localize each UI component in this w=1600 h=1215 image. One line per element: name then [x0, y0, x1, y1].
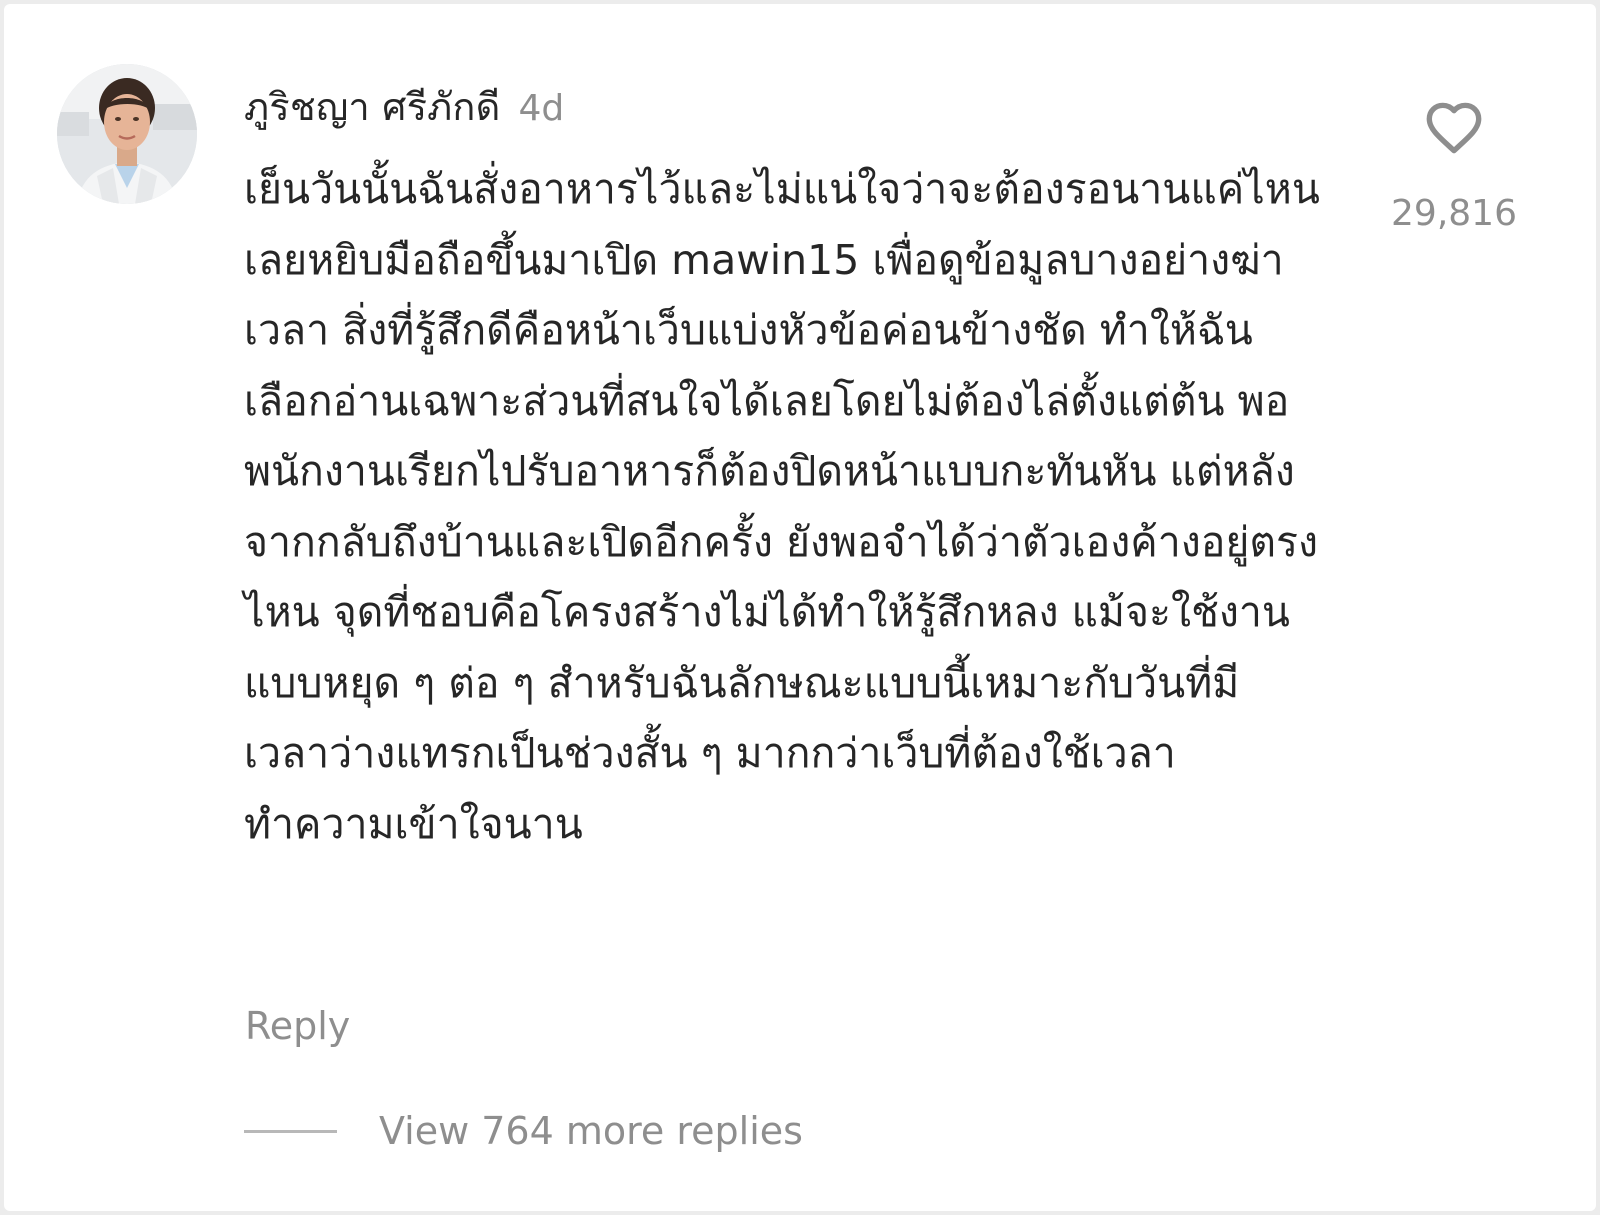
- like-section: 29,816: [1384, 99, 1524, 234]
- reply-button[interactable]: Reply: [245, 1004, 350, 1048]
- heart-outline-icon[interactable]: [1423, 99, 1485, 155]
- avatar-photo: [57, 64, 197, 204]
- comment-card: ภูริชญา ศรีภักดี 4d เย็นวันนั้นฉันสั่งอาห…: [4, 4, 1596, 1211]
- comment-header: ภูริชญา ศรีภักดี 4d: [244, 76, 564, 137]
- view-replies-label: View 764 more replies: [379, 1109, 803, 1153]
- username[interactable]: ภูริชญา ศรีภักดี: [244, 85, 501, 129]
- timestamp: 4d: [518, 88, 565, 129]
- like-count: 29,816: [1391, 193, 1517, 234]
- view-replies-button[interactable]: View 764 more replies: [244, 1109, 803, 1153]
- avatar[interactable]: [57, 64, 197, 204]
- replies-divider: [244, 1129, 337, 1133]
- comment-text: เย็นวันนั้นฉันสั่งอาหารไว้และไม่แน่ใจว่า…: [244, 165, 1320, 848]
